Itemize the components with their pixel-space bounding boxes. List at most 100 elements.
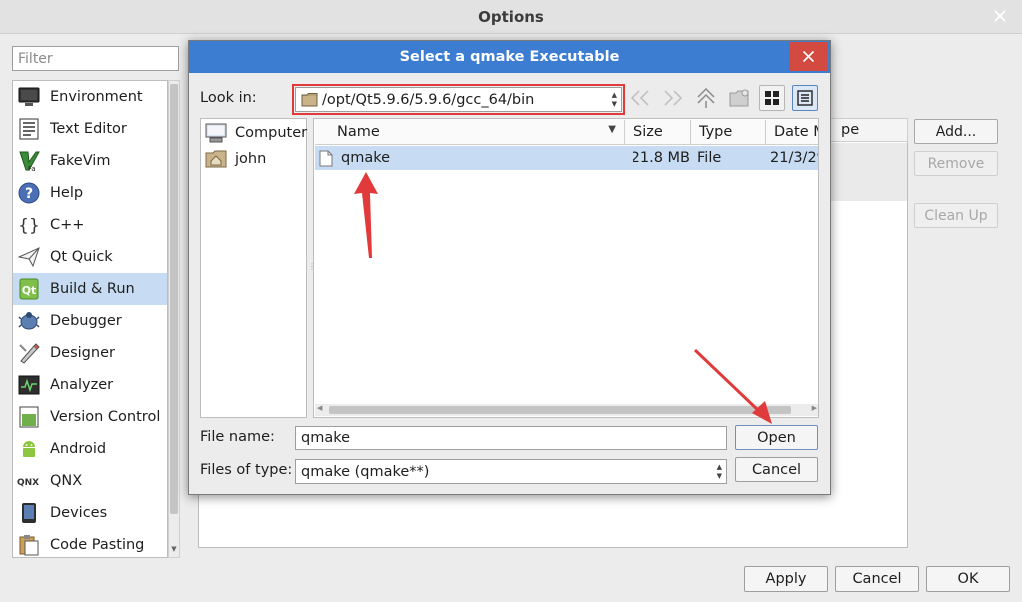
scroll-left-arrow[interactable]: ◀: [317, 404, 322, 412]
dialog-cancel-button[interactable]: Cancel: [735, 457, 818, 482]
file-name-value: qmake: [301, 430, 351, 446]
combo-arrows-icon: ▲ ▼: [716, 463, 722, 480]
svg-text:Fa: Fa: [28, 165, 36, 172]
scroll-down-arrow[interactable]: ▼: [169, 545, 179, 555]
column-header-size[interactable]: Size: [625, 120, 691, 145]
home-folder-icon: [205, 150, 227, 168]
column-header-date[interactable]: Date M: [766, 120, 818, 145]
remove-button[interactable]: Remove: [914, 151, 998, 176]
category-label: Code Pasting: [50, 537, 145, 553]
category-item-text-editor[interactable]: Text Editor: [13, 113, 167, 145]
category-item-android[interactable]: Android: [13, 433, 167, 465]
code-pasting-icon: [17, 533, 41, 557]
close-icon: [994, 10, 1006, 22]
svg-text:Qt: Qt: [22, 284, 37, 297]
analyzer-icon: [17, 373, 41, 397]
files-of-type-combo[interactable]: qmake (qmake**) ▲ ▼: [295, 459, 727, 484]
new-folder-button[interactable]: [727, 86, 751, 110]
category-label: Qt Quick: [50, 249, 113, 265]
file-name-input[interactable]: qmake: [295, 426, 727, 450]
category-item-cpp[interactable]: {} C++: [13, 209, 167, 241]
category-label: Environment: [50, 89, 143, 105]
column-header-name[interactable]: Name ▼: [315, 120, 625, 145]
category-item-qnx[interactable]: QNX QNX: [13, 465, 167, 497]
category-label: Help: [50, 185, 84, 201]
category-item-build-run[interactable]: Qt Build & Run: [13, 273, 167, 305]
clean-up-button[interactable]: Clean Up: [914, 203, 998, 228]
close-icon: [802, 50, 814, 63]
category-item-analyzer[interactable]: Analyzer: [13, 369, 167, 401]
file-list-scrollbar-thumb[interactable]: [329, 406, 791, 414]
braces-icon: {}: [17, 213, 41, 237]
file-type-cell: File: [697, 150, 722, 166]
forward-button[interactable]: [661, 86, 685, 110]
apply-button[interactable]: Apply: [744, 566, 828, 592]
open-button[interactable]: Open: [735, 425, 818, 450]
parent-directory-button[interactable]: [694, 86, 718, 110]
files-of-type-value: qmake (qmake**): [301, 463, 430, 480]
options-close-button[interactable]: [980, 2, 1020, 30]
version-control-icon: [17, 405, 41, 429]
new-folder-icon: [729, 89, 749, 107]
file-row-qmake[interactable]: qmake 21.8 MB File 21/3/29: [315, 146, 818, 170]
file-list-scrollbar[interactable]: ◀ ▶: [315, 404, 818, 416]
splitter-handle[interactable]: ⋮: [308, 262, 316, 272]
category-item-debugger[interactable]: Debugger: [13, 305, 167, 337]
back-arrow-icon: [630, 90, 649, 106]
detail-view-icon: [797, 90, 813, 106]
qt-versions-row-area: [820, 143, 907, 201]
category-label: Android: [50, 441, 107, 457]
category-item-help[interactable]: ? Help: [13, 177, 167, 209]
place-item-john[interactable]: john: [205, 147, 266, 171]
column-header-label: Size: [633, 124, 663, 140]
category-label: Version Control: [50, 409, 161, 425]
grid-view-icon: [765, 91, 779, 105]
list-view-button[interactable]: [759, 85, 785, 111]
add-button[interactable]: Add...: [914, 119, 998, 144]
svg-text:QNX: QNX: [17, 478, 39, 487]
file-dialog-title: Select a qmake Executable: [399, 49, 620, 65]
ok-button[interactable]: OK: [926, 566, 1010, 592]
back-button[interactable]: [628, 86, 652, 110]
category-item-code-pasting[interactable]: Code Pasting: [13, 529, 167, 557]
file-name-label: File name:: [200, 429, 275, 445]
filter-input[interactable]: [12, 46, 179, 71]
svg-text:{}: {}: [18, 216, 40, 236]
column-header-label: Type: [699, 124, 733, 140]
category-label: C++: [50, 217, 85, 233]
column-header-label: Date M: [774, 124, 818, 140]
qnx-icon: QNX: [17, 469, 41, 493]
text-editor-icon: [17, 117, 41, 141]
look-in-label: Look in:: [200, 90, 257, 106]
file-name: qmake: [341, 150, 391, 166]
options-window-title: Options: [478, 8, 544, 26]
column-header-label: Name: [337, 124, 380, 140]
category-label: Analyzer: [50, 377, 114, 393]
svg-text:?: ?: [25, 186, 33, 202]
detail-view-button[interactable]: [792, 85, 818, 111]
places-sidebar: Computer john: [200, 118, 307, 418]
category-item-fakevim[interactable]: Fa FakeVim: [13, 145, 167, 177]
category-label: Debugger: [50, 313, 122, 329]
dialog-close-button[interactable]: [789, 42, 827, 71]
category-item-version-control[interactable]: Version Control: [13, 401, 167, 433]
file-name-cell: qmake: [319, 146, 619, 170]
designer-icon: [17, 341, 41, 365]
sort-arrow-icon: ▼: [608, 124, 616, 135]
scroll-right-arrow[interactable]: ▶: [812, 404, 817, 412]
category-item-environment[interactable]: Environment: [13, 81, 167, 113]
category-scrollbar-thumb[interactable]: [170, 84, 178, 514]
file-list: Name ▼ Size Type Date M qmake 21.8 MB Fi…: [313, 118, 819, 418]
column-header-type[interactable]: Type: [691, 120, 766, 145]
category-item-devices[interactable]: Devices: [13, 497, 167, 529]
category-list: Environment Text Editor Fa FakeVim ? Hel…: [12, 80, 168, 558]
column-header-partial: pe: [841, 122, 860, 138]
cancel-button[interactable]: Cancel: [835, 566, 919, 592]
place-item-computer[interactable]: Computer: [205, 121, 307, 145]
place-label: john: [235, 151, 267, 167]
help-icon: ?: [17, 181, 41, 205]
annotation-highlight-box: [292, 84, 625, 115]
category-item-qt-quick[interactable]: Qt Quick: [13, 241, 167, 273]
qt-build-icon: Qt: [17, 277, 41, 301]
category-item-designer[interactable]: Designer: [13, 337, 167, 369]
